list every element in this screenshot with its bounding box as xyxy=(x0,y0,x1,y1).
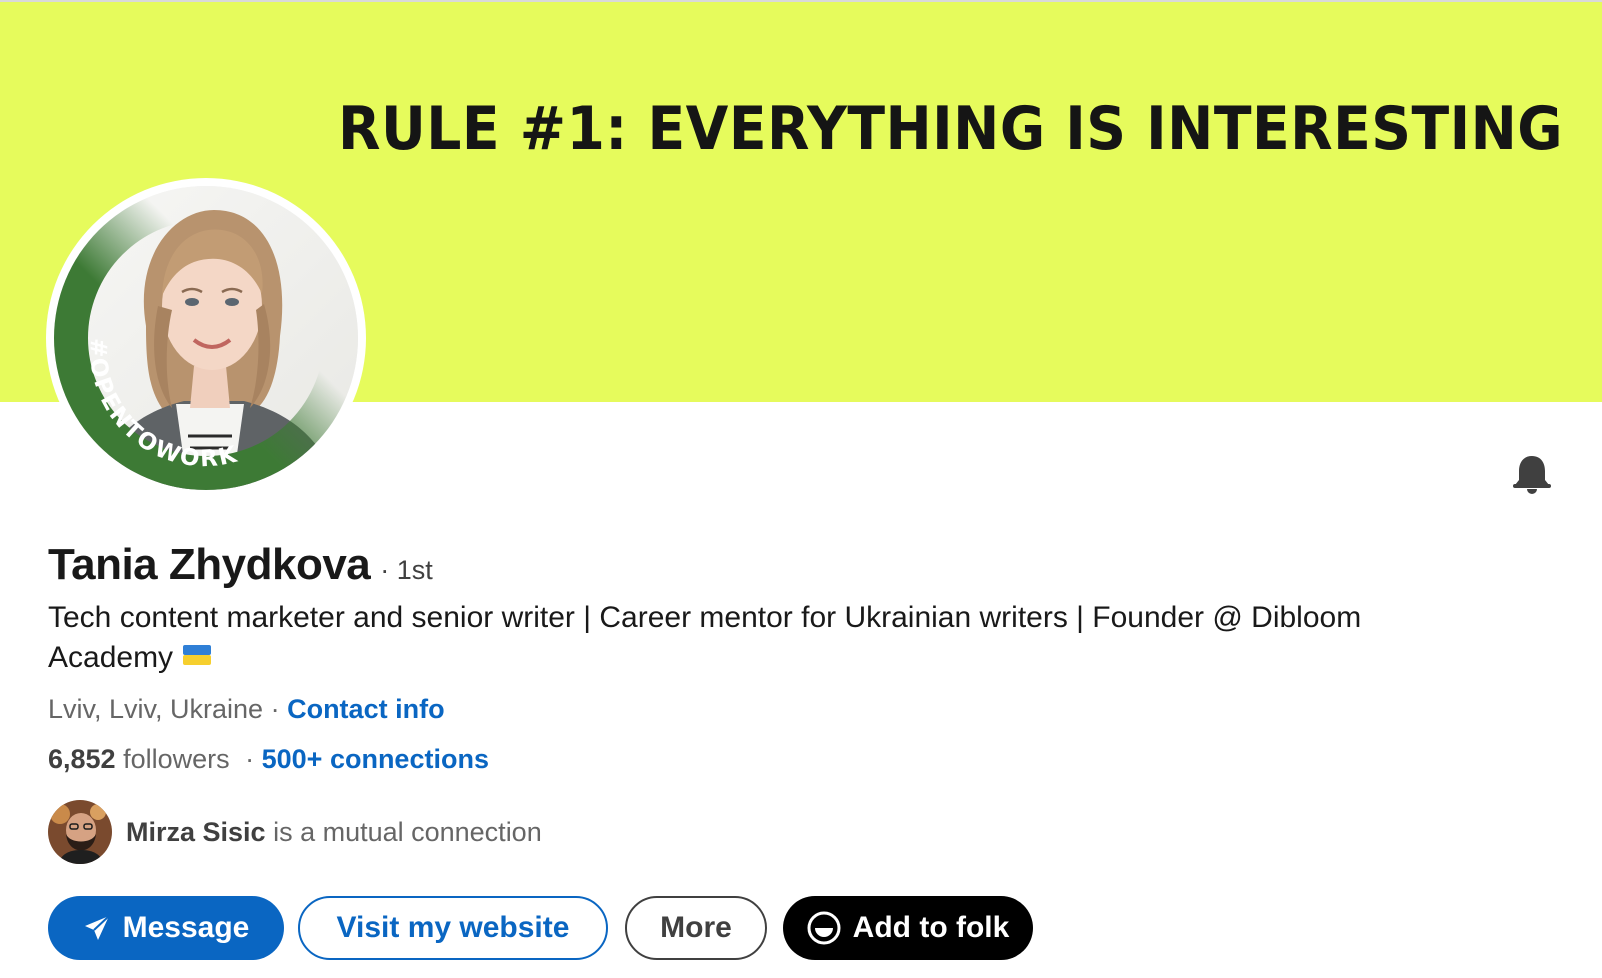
mutual-connection-text: Mirza Sisic is a mutual connection xyxy=(126,817,542,848)
followers-count: 6,852 xyxy=(48,744,116,774)
profile-headline: Tech content marketer and senior writer … xyxy=(48,598,1488,679)
followers-row: 6,852 followers · 500+ connections xyxy=(48,744,489,775)
mutual-connection-row[interactable]: Mirza Sisic is a mutual connection xyxy=(48,800,542,864)
message-label: Message xyxy=(122,911,250,944)
more-label: More xyxy=(660,911,732,944)
name-row: Tania Zhydkova · 1st xyxy=(48,540,433,590)
send-icon xyxy=(83,914,111,942)
more-button[interactable]: More xyxy=(625,896,767,960)
connections-link[interactable]: 500+ connections xyxy=(262,744,489,774)
profile-name: Tania Zhydkova xyxy=(48,540,371,589)
add-to-folk-label: Add to folk xyxy=(852,911,1010,944)
separator: · xyxy=(263,694,288,724)
contact-info-link[interactable]: Contact info xyxy=(287,694,444,724)
message-button[interactable]: Message xyxy=(48,896,284,960)
mutual-connection-avatar[interactable] xyxy=(48,800,112,864)
followers-label: followers xyxy=(115,744,230,774)
mutual-connection-name[interactable]: Mirza Sisic xyxy=(126,817,266,847)
connection-degree: · 1st xyxy=(380,555,433,585)
profile-photo: #OPENTOWORK xyxy=(54,186,358,490)
location-text: Lviv, Lviv, Ukraine xyxy=(48,694,264,724)
mutual-connection-suffix: is a mutual connection xyxy=(265,816,542,847)
visit-website-label: Visit my website xyxy=(336,911,570,944)
separator: · xyxy=(237,744,262,774)
folk-logo-icon xyxy=(807,911,841,945)
ukraine-flag-icon xyxy=(183,636,212,676)
banner-text: RULE #1: EVERYTHING IS INTERESTING xyxy=(338,94,1564,164)
location-row: Lviv, Lviv, Ukraine · Contact info xyxy=(48,694,445,725)
headline-text: Tech content marketer and senior writer … xyxy=(48,601,1362,674)
visit-website-button[interactable]: Visit my website xyxy=(298,896,608,960)
profile-avatar[interactable]: #OPENTOWORK xyxy=(46,178,366,498)
add-to-folk-button[interactable]: Add to folk xyxy=(783,896,1033,960)
bell-icon[interactable] xyxy=(1510,452,1554,496)
